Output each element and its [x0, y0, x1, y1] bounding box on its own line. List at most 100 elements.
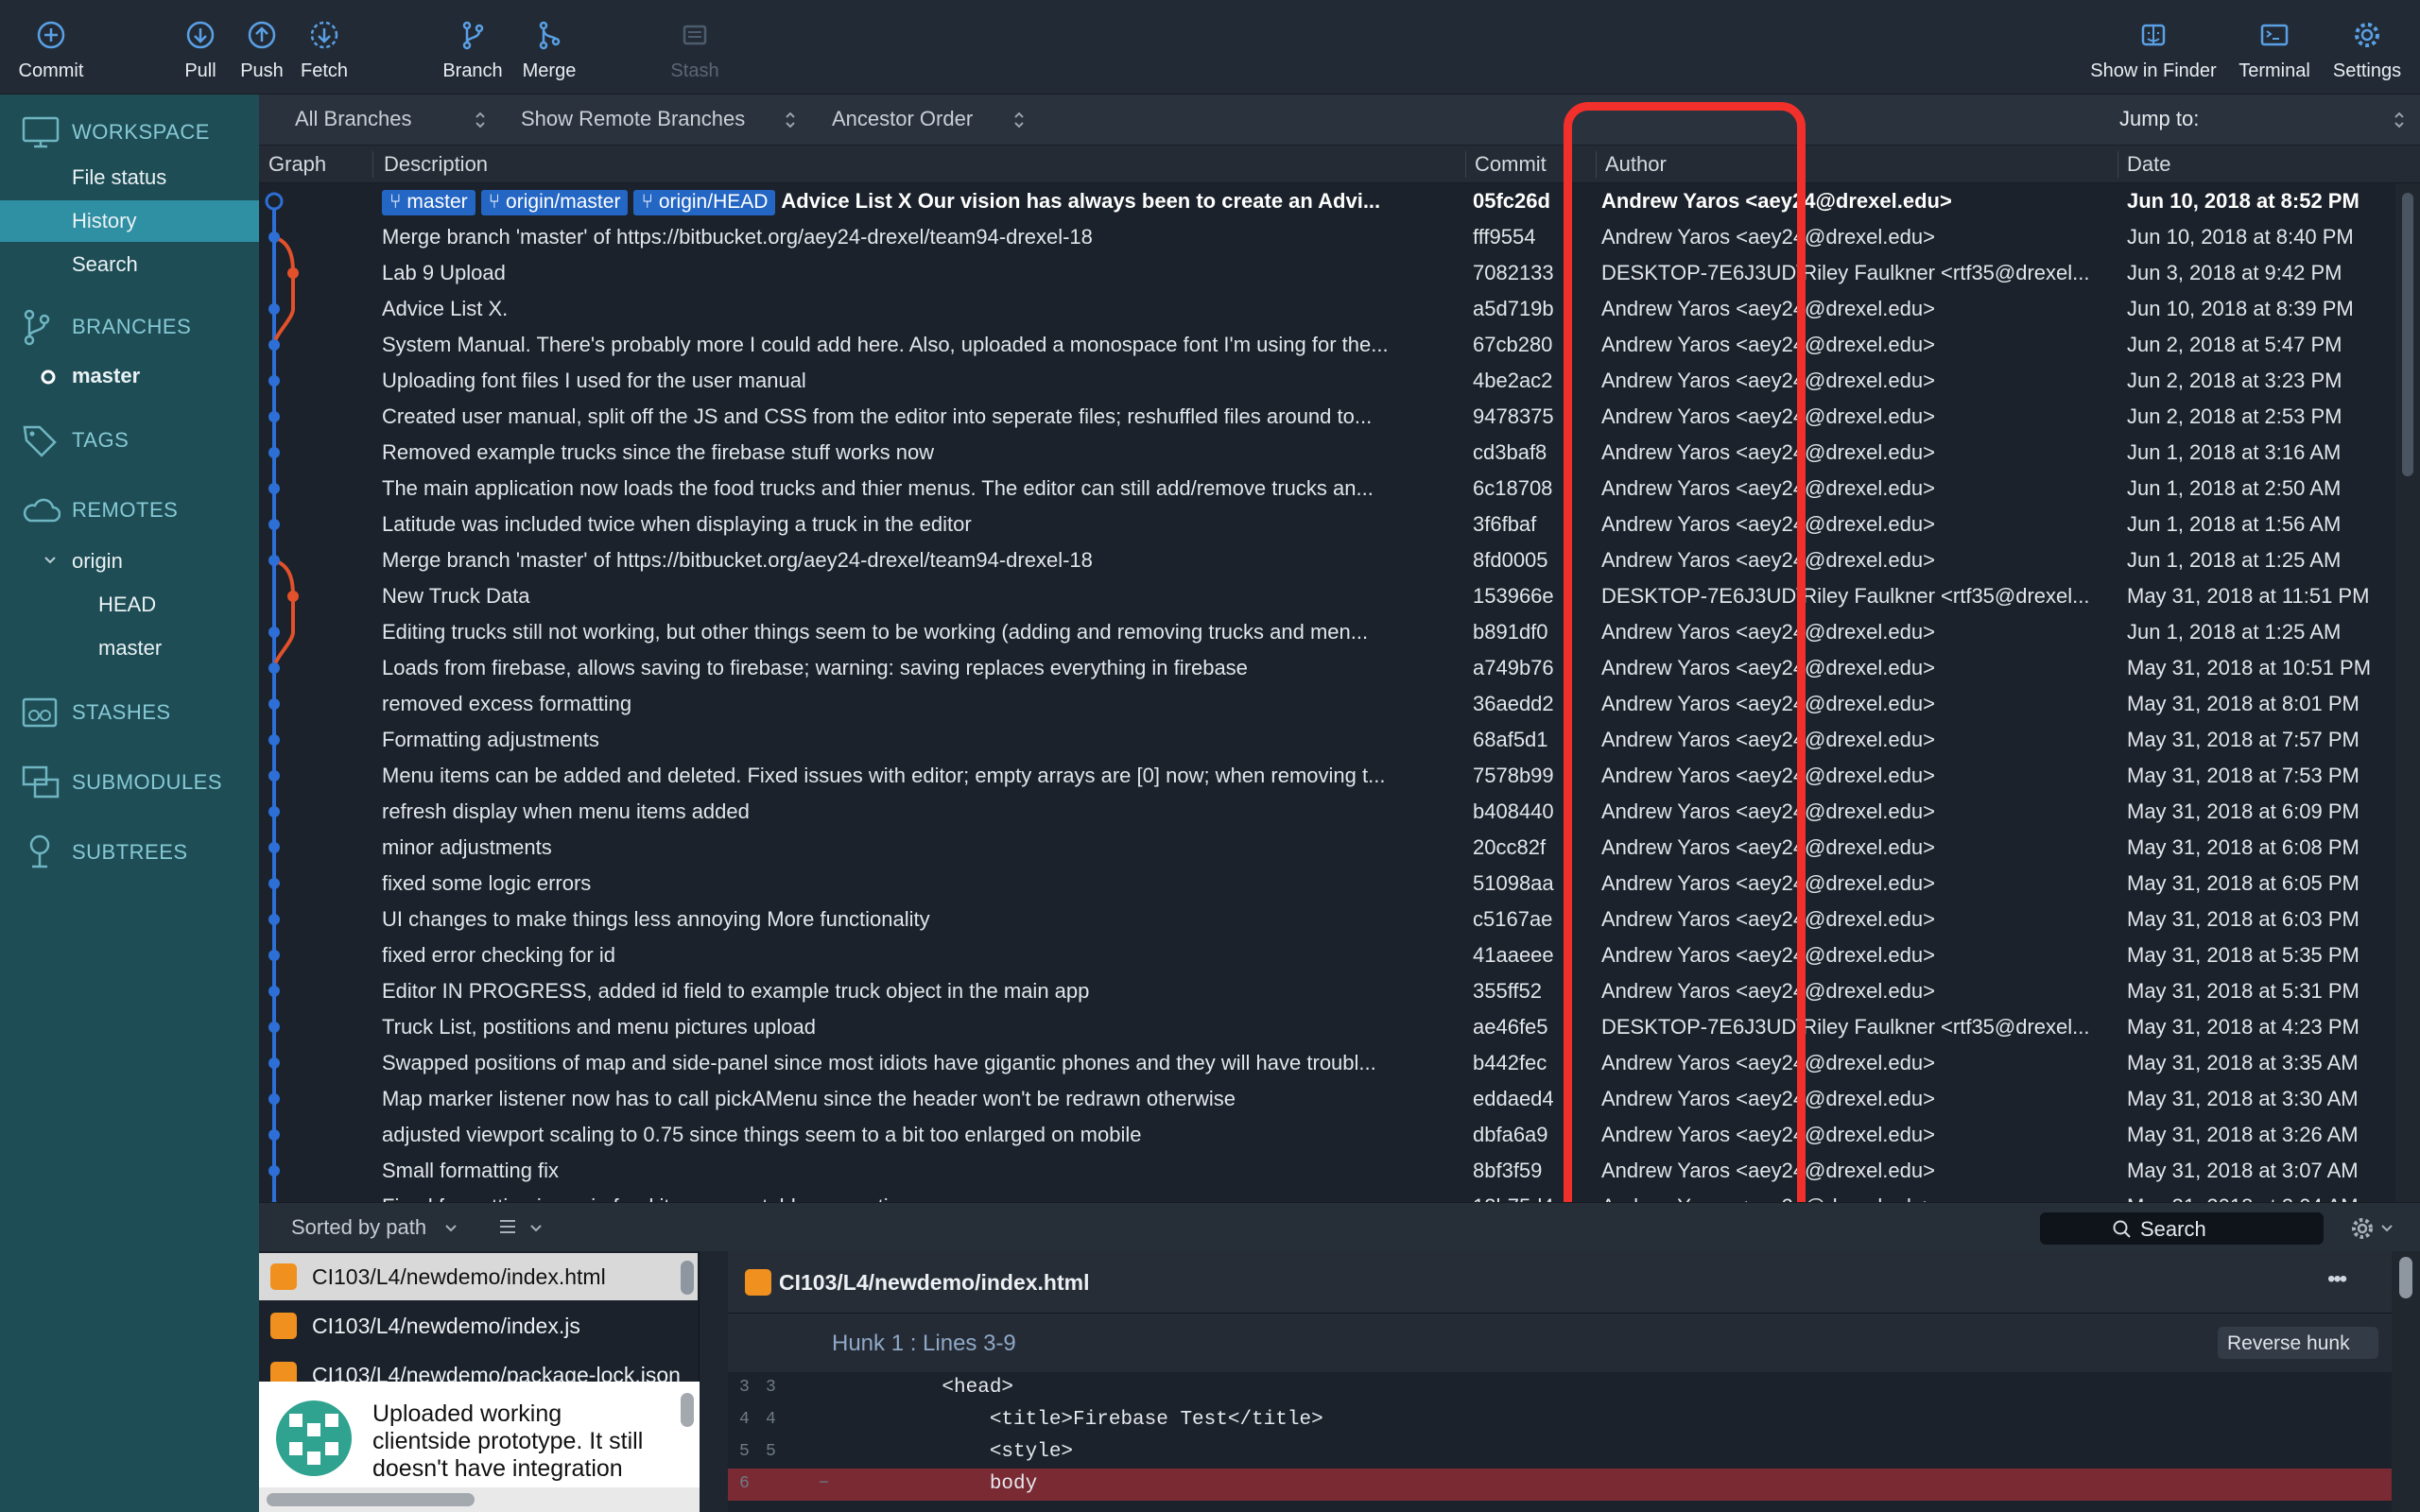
stashes-label: STASHES: [72, 700, 171, 724]
push-button[interactable]: Push: [236, 17, 287, 82]
sidebar-section-tags[interactable]: TAGS: [0, 421, 259, 459]
sidebar-section-remotes[interactable]: REMOTES: [0, 491, 259, 529]
file-row[interactable]: CI103/L4/newdemo/index.html: [259, 1253, 698, 1300]
list-view-icon[interactable]: [497, 1216, 518, 1237]
sidebar-section-branches[interactable]: BRANCHES: [0, 308, 259, 346]
monitor-icon: [22, 116, 60, 148]
commit-date: May 31, 2018 at 3:04 AM: [2127, 1194, 2395, 1202]
commit-row[interactable]: fixed error checking for id 41aaeee Andrew…: [259, 937, 2395, 973]
jump-to-select[interactable]: [2244, 104, 2405, 136]
column-divider[interactable]: [1465, 151, 1466, 178]
reverse-hunk-button[interactable]: Reverse hunk: [2218, 1327, 2378, 1359]
diff-line[interactable]: 6 − body: [728, 1469, 2392, 1501]
commit-row[interactable]: fixed some logic errors 51098aa Andrew Yar…: [259, 866, 2395, 902]
commit-button[interactable]: Commit: [13, 17, 89, 82]
commit-row[interactable]: Formatting adjustments 68af5d1 Andrew Yaro…: [259, 722, 2395, 758]
commit-author: Andrew Yaros <aey24@drexel.edu>: [1601, 369, 1935, 392]
commit-row[interactable]: Editing trucks still not working, but ot…: [259, 614, 2395, 650]
commit-row[interactable]: New Truck Data 153966e DESKTOP-7E6J3UD\Ril…: [259, 578, 2395, 614]
message-scrollbar-thumb[interactable]: [681, 1393, 694, 1427]
sidebar-item-branch-master[interactable]: master: [0, 355, 259, 397]
scrollbar-thumb[interactable]: [2402, 193, 2413, 476]
branch-ref-badge[interactable]: ⑂ origin/master: [480, 190, 629, 215]
sort-select[interactable]: Sorted by path: [291, 1215, 426, 1240]
sidebar-item-search[interactable]: Search: [0, 244, 259, 285]
scrollbar-thumb[interactable]: [2399, 1257, 2412, 1298]
commit-row[interactable]: Advice List X. a5d719b Andrew Yaros <aey24…: [259, 291, 2395, 327]
search-input[interactable]: Search: [2040, 1212, 2324, 1245]
diff-scrollbar[interactable]: [2392, 1251, 2420, 1512]
commit-row[interactable]: System Manual. There's probably more I c…: [259, 327, 2395, 363]
branches-filter-select[interactable]: All Branches: [295, 107, 412, 131]
commit-row[interactable]: ⑂ master ⑂ origin/master ⑂ origin/HEAD Advi…: [259, 183, 2395, 219]
column-author[interactable]: Author: [1605, 152, 1667, 177]
scrollbar-thumb[interactable]: [267, 1493, 475, 1506]
branch-ref-badge[interactable]: ⑂ master: [382, 190, 475, 215]
column-graph[interactable]: Graph: [268, 152, 326, 177]
sidebar-section-subtrees[interactable]: SUBTREES: [0, 833, 259, 871]
commit-row[interactable]: refresh display when menu items added b40…: [259, 794, 2395, 830]
files-horizontal-scrollbar[interactable]: [259, 1487, 700, 1512]
branch-ref-badge[interactable]: ⑂ origin/HEAD: [633, 190, 776, 215]
commit-label: Commit: [18, 60, 84, 81]
remote-branches-select[interactable]: Show Remote Branches: [521, 107, 745, 131]
column-divider[interactable]: [1596, 151, 1597, 178]
files-scrollbar-thumb[interactable]: [681, 1261, 694, 1295]
sidebar-item-file-status[interactable]: File status: [0, 157, 259, 198]
merge-button[interactable]: Merge: [518, 17, 580, 82]
commit-row[interactable]: Uploading font files I used for the user…: [259, 363, 2395, 399]
diff-line[interactable]: 33 <head>: [728, 1372, 2392, 1404]
commit-row[interactable]: Small formatting fix 8bf3f59 Andrew Yaros …: [259, 1153, 2395, 1189]
commit-row[interactable]: minor adjustments 20cc82f Andrew Yaros <ae…: [259, 830, 2395, 866]
column-date[interactable]: Date: [2127, 152, 2170, 177]
column-commit[interactable]: Commit: [1475, 152, 1547, 177]
column-divider[interactable]: [372, 151, 373, 178]
sidebar-item-remote-origin[interactable]: origin: [0, 541, 259, 582]
commit-row[interactable]: Swapped positions of map and side-panel …: [259, 1045, 2395, 1081]
sidebar-section-stashes[interactable]: STASHES: [0, 694, 259, 731]
stash-button[interactable]: Stash: [664, 17, 726, 82]
sidebar-section-workspace[interactable]: WORKSPACE: [0, 113, 259, 151]
commit-row[interactable]: Editor IN PROGRESS, added id field to ex…: [259, 973, 2395, 1009]
column-description[interactable]: Description: [384, 152, 488, 177]
terminal-button[interactable]: Terminal: [2235, 17, 2314, 82]
diff-line[interactable]: 44 <title>Firebase Test</title>: [728, 1404, 2392, 1436]
tags-label: TAGS: [72, 428, 130, 452]
commit-description: fixed error checking for id: [382, 943, 1460, 968]
commit-row[interactable]: adjusted viewport scaling to 0.75 since …: [259, 1117, 2395, 1153]
file-row[interactable]: CI103/L4/newdemo/package-lock.json: [259, 1351, 698, 1382]
commit-row[interactable]: Map marker listener now has to call pick…: [259, 1081, 2395, 1117]
settings-button[interactable]: Settings: [2327, 17, 2407, 82]
commit-row[interactable]: Truck List, postitions and menu pictures…: [259, 1009, 2395, 1045]
sidebar-item-remote-head[interactable]: HEAD: [0, 584, 259, 626]
commit-row[interactable]: Loads from firebase, allows saving to fi…: [259, 650, 2395, 686]
commit-row[interactable]: Latitude was included twice when display…: [259, 507, 2395, 542]
commit-row[interactable]: Removed example trucks since the firebas…: [259, 435, 2395, 471]
commit-hash: dbfa6a9: [1473, 1123, 1548, 1146]
remote-origin-label: origin: [72, 549, 123, 573]
show-in-finder-button[interactable]: Show in Finder: [2083, 17, 2223, 82]
commit-row[interactable]: Lab 9 Upload 7082133 DESKTOP-7E6J3UD\Riley…: [259, 255, 2395, 291]
commit-row[interactable]: UI changes to make things less annoying …: [259, 902, 2395, 937]
history-scrollbar[interactable]: [2395, 183, 2420, 1202]
branch-button[interactable]: Branch: [437, 17, 509, 82]
file-row[interactable]: CI103/L4/newdemo/index.js: [259, 1302, 698, 1349]
diff-line[interactable]: 55 <style>: [728, 1436, 2392, 1469]
commit-row[interactable]: Merge branch 'master' of https://bitbuck…: [259, 542, 2395, 578]
commit-row[interactable]: Merge branch 'master' of https://bitbuck…: [259, 219, 2395, 255]
commit-row[interactable]: Fixed formatting issue in food item menu…: [259, 1189, 2395, 1202]
sidebar-item-history[interactable]: History: [0, 200, 259, 242]
more-options-button[interactable]: •••: [2327, 1266, 2347, 1293]
commit-message-preview: Uploaded working clientside prototype. I…: [259, 1382, 700, 1487]
commit-row[interactable]: Menu items can be added and deleted. Fix…: [259, 758, 2395, 794]
commit-row[interactable]: The main application now loads the food …: [259, 471, 2395, 507]
order-select[interactable]: Ancestor Order: [832, 107, 973, 131]
fetch-button[interactable]: Fetch: [297, 17, 352, 82]
gear-icon[interactable]: [2348, 1214, 2377, 1243]
sidebar-section-submodules[interactable]: SUBMODULES: [0, 764, 259, 801]
history-list[interactable]: ⑂ master ⑂ origin/master ⑂ origin/HEAD Advi…: [259, 183, 2395, 1202]
commit-row[interactable]: Created user manual, split off the JS an…: [259, 399, 2395, 435]
sidebar-item-remote-master[interactable]: master: [0, 627, 259, 669]
pull-button[interactable]: Pull: [178, 17, 223, 82]
commit-row[interactable]: removed excess formatting 36aedd2 Andrew Y…: [259, 686, 2395, 722]
